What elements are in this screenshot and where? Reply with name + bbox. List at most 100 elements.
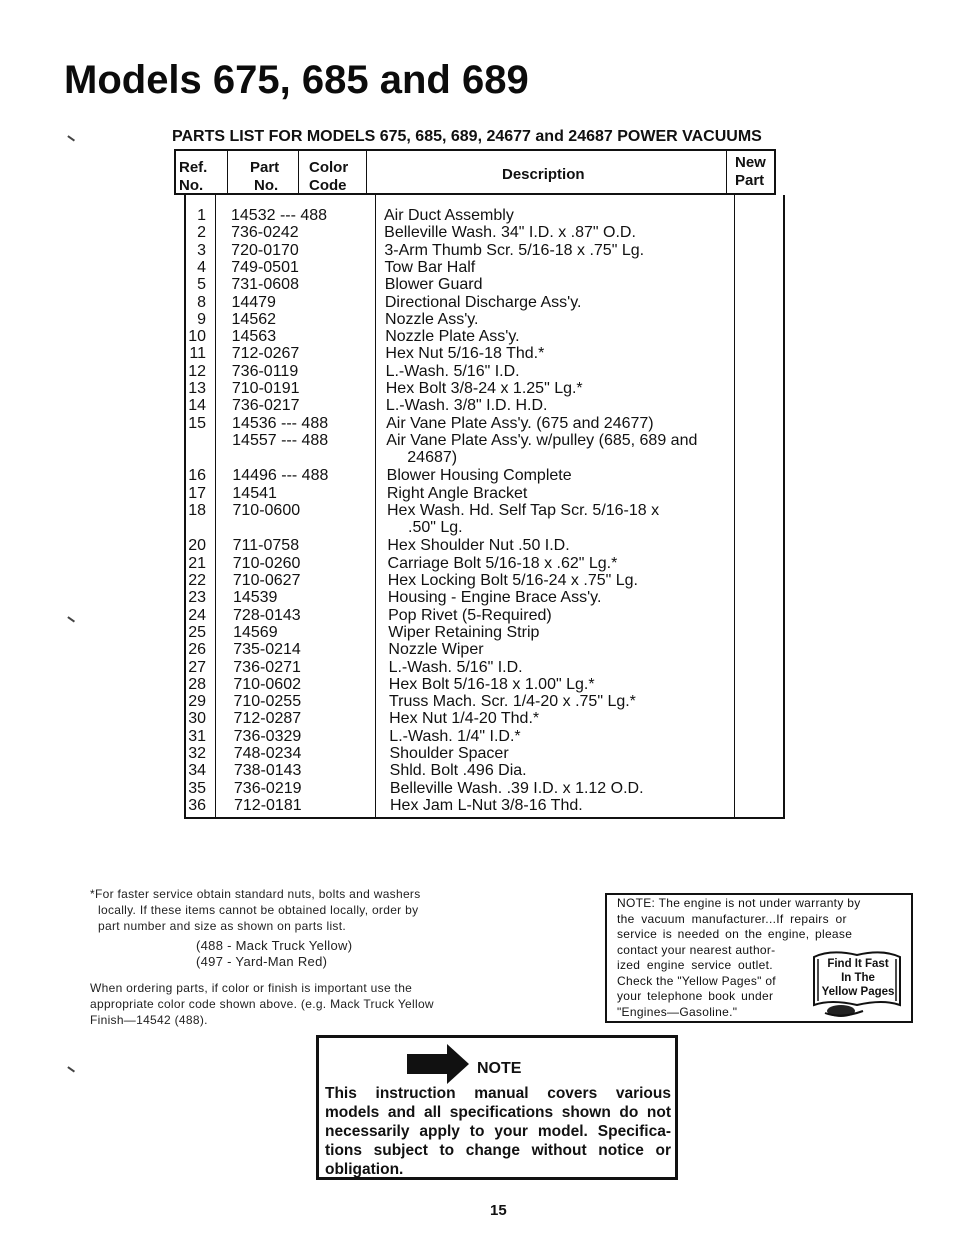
ordering-line: When ordering parts, if color or finish … xyxy=(90,981,413,995)
ref-no: 36 xyxy=(188,796,206,814)
part-description: Air Vane Plate Ass'y. (675 and 24677) xyxy=(386,414,654,432)
note-body: This instruction manual covers various m… xyxy=(325,1085,671,1178)
ref-no: 32 xyxy=(188,745,206,763)
engine-note-line: NOTE: The engine is not under warranty b… xyxy=(617,896,861,910)
part-no: 735-0214 xyxy=(233,641,301,659)
badge-line: Find It Fast xyxy=(827,958,889,970)
ref-no: 18 xyxy=(188,501,206,519)
ref-no: 30 xyxy=(188,710,206,728)
badge-line: Yellow Pages xyxy=(821,986,895,998)
part-no: 14569 xyxy=(233,623,278,641)
ref-no: 9 xyxy=(197,310,206,328)
part-no: 710-0600 xyxy=(232,501,301,519)
ref-no: 16 xyxy=(188,467,206,485)
header-color-code: Color Code xyxy=(309,159,348,195)
part-no: 720-0170 xyxy=(231,241,299,259)
footnote-block: *For faster service obtain standard nuts… xyxy=(90,886,475,1028)
ref-no: 11 xyxy=(189,345,206,363)
part-description: Shoulder Spacer xyxy=(389,745,509,763)
part-description: Housing - Engine Brace Ass'y. xyxy=(387,589,602,607)
part-no: 736-0119 xyxy=(231,362,299,380)
column-divider xyxy=(375,195,376,817)
part-description: L.-Wash. 3/8" I.D. H.D. xyxy=(385,397,548,415)
part-description: Directional Discharge Ass'y. xyxy=(384,293,582,311)
column-divider xyxy=(215,195,216,817)
part-description: Hex Bolt 5/16-18 x 1.00" Lg.* xyxy=(388,675,595,693)
ref-no: 31 xyxy=(188,727,206,745)
part-description: Air Duct Assembly xyxy=(384,207,514,224)
scan-mark xyxy=(65,135,75,145)
header-color-line2: Code xyxy=(309,177,347,194)
header-ref: Ref. No. xyxy=(179,159,207,195)
ref-no: 29 xyxy=(188,693,206,711)
ref-no: 26 xyxy=(188,641,206,659)
ref-no: 15 xyxy=(188,414,206,432)
ref-no: 35 xyxy=(188,779,206,797)
engine-note-line: service is needed on the engine, please xyxy=(617,927,853,941)
part-description: Wiper Retaining Strip xyxy=(388,623,540,641)
part-description: Hex Jam L-Nut 3/8-16 Thd. xyxy=(390,796,583,814)
part-no: 736-0271 xyxy=(233,658,301,676)
header-color-line1: Color xyxy=(309,159,349,176)
part-description: Belleville Wash. .39 I.D. x 1.12 O.D. xyxy=(389,779,644,797)
ref-no: 17 xyxy=(188,484,206,502)
part-no: 712-0181 xyxy=(234,796,302,814)
badge-line: In The xyxy=(841,972,875,984)
ref-no: 22 xyxy=(188,572,206,590)
part-description-continued: 24687) xyxy=(407,449,458,467)
color-code-yellow: (488 - Mack Truck Yellow) xyxy=(196,938,353,953)
part-description-continued: .50" Lg. xyxy=(408,519,463,537)
part-no: 14536 --- 488 xyxy=(232,414,329,432)
header-divider xyxy=(366,149,367,195)
part-no: 748-0234 xyxy=(233,745,302,763)
part-description: Nozzle Wiper xyxy=(388,641,484,659)
part-description: Air Vane Plate Ass'y. w/pulley (685, 689… xyxy=(386,431,698,449)
part-no: 710-0602 xyxy=(233,675,301,693)
part-no: 712-0287 xyxy=(233,710,302,728)
header-ref-line2: No. xyxy=(179,177,204,194)
ref-no: 12 xyxy=(188,362,206,380)
part-description: Truss Mach. Scr. 1/4-20 x .75" Lg.* xyxy=(388,693,636,711)
part-description: L.-Wash. 5/16" I.D. xyxy=(388,658,523,676)
part-no: 710-0191 xyxy=(231,380,300,397)
part-description: Blower Guard xyxy=(384,276,483,294)
part-description: Hex Nut 1/4-20 Thd.* xyxy=(389,710,540,728)
header-divider xyxy=(227,149,228,195)
part-no: 712-0267 xyxy=(231,345,300,363)
header-divider xyxy=(298,149,299,195)
arrow-right-icon xyxy=(407,1044,469,1084)
header-part-line2: No. xyxy=(254,177,279,194)
engine-warranty-note: NOTE: The engine is not under warranty b… xyxy=(605,893,913,1023)
part-description: Hex Locking Bolt 5/16-24 x .75" Lg. xyxy=(387,572,638,590)
footnote-line: locally. If these items cannot be obtain… xyxy=(98,903,419,917)
part-no: 14496 --- 488 xyxy=(232,467,329,485)
part-description: Shld. Bolt .496 Dia. xyxy=(389,762,527,780)
part-no: 738-0143 xyxy=(233,762,302,780)
part-no: 14563 xyxy=(231,328,277,346)
part-description: L.-Wash. 5/16" I.D. xyxy=(385,362,520,380)
part-no: 710-0255 xyxy=(233,693,302,711)
ref-no: 8 xyxy=(197,293,206,311)
scan-mark xyxy=(65,1066,75,1076)
ref-no: 2 xyxy=(197,224,206,242)
color-code-red: (497 - Yard-Man Red) xyxy=(196,954,328,969)
ref-no: 25 xyxy=(188,623,206,641)
note-heading: NOTE xyxy=(477,1060,522,1077)
part-no: 736-0217 xyxy=(231,397,300,415)
ref-no: 28 xyxy=(188,675,206,693)
ref-no: 20 xyxy=(188,537,206,555)
ref-no: 34 xyxy=(188,762,206,780)
ref-no: 24 xyxy=(188,606,206,624)
header-part-line1: Part xyxy=(250,159,280,176)
header-description: Description xyxy=(502,166,585,183)
part-description: Nozzle Plate Ass'y. xyxy=(385,328,520,346)
part-description: Pop Rivet (5-Required) xyxy=(388,606,552,624)
header-new-part: New Part xyxy=(735,154,766,190)
ref-no: 4 xyxy=(197,258,206,276)
ref-no: 21 xyxy=(188,554,206,572)
part-no: 736-0242 xyxy=(231,224,299,242)
part-no: 14557 --- 488 xyxy=(232,431,329,449)
header-new-line2: Part xyxy=(735,172,765,189)
part-description: Hex Shoulder Nut .50 I.D. xyxy=(387,537,570,555)
part-no: 14532 --- 488 xyxy=(231,207,328,224)
